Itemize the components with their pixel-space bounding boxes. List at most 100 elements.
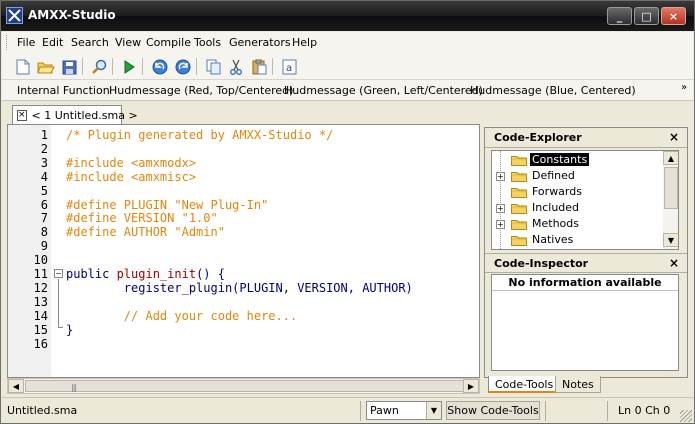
- hudmessage-red-button[interactable]: Hudmessage (Red, Top/Centered): [109, 84, 293, 97]
- menu-tools[interactable]: Tools: [194, 36, 221, 49]
- scroll-thumb[interactable]: |||: [25, 380, 465, 392]
- tree-item-included[interactable]: + Included: [492, 200, 662, 216]
- toolbar-separator: [272, 58, 273, 75]
- menu-compile[interactable]: Compile: [146, 36, 191, 49]
- code-line[interactable]: /* Plugin generated by AMXX-Studio */: [66, 128, 333, 142]
- folder-icon: [511, 220, 527, 230]
- redo-icon: [175, 59, 191, 75]
- language-select[interactable]: Pawn ▼: [366, 401, 442, 420]
- menu-grip[interactable]: [6, 35, 9, 50]
- keyword-token: public: [66, 267, 117, 281]
- menu-edit[interactable]: Edit: [42, 36, 63, 49]
- editor-horizontal-scrollbar[interactable]: ◀ ||| ▶: [7, 378, 480, 394]
- tree-item-natives[interactable]: Natives: [492, 232, 662, 248]
- open-button[interactable]: [36, 57, 56, 77]
- resize-grip-icon[interactable]: [680, 410, 692, 422]
- tree-item-label: Methods: [532, 217, 579, 230]
- code-explorer-tree[interactable]: Constants + Defined Forwards + Included + Metho…: [491, 150, 679, 250]
- paste-button[interactable]: [249, 57, 269, 77]
- tab-code-tools[interactable]: Code-Tools: [488, 376, 561, 393]
- document-tab-bar: × < 1 Untitled.sma >: [2, 102, 693, 124]
- scroll-down-icon[interactable]: ▼: [663, 233, 678, 247]
- tree-vertical-scrollbar[interactable]: ▲ ▼: [663, 151, 678, 249]
- cursor-position: Ln 0 Ch 0: [618, 404, 671, 417]
- cut-icon: [230, 59, 242, 75]
- maximize-button[interactable]: □: [634, 7, 659, 25]
- copy-icon: [206, 59, 220, 75]
- tree-item-forwards[interactable]: Forwards: [492, 184, 662, 200]
- tree-item-constants[interactable]: Constants: [492, 152, 662, 168]
- close-tab-icon[interactable]: ×: [17, 109, 27, 121]
- code-editor[interactable]: 1 2 3 4 5 6 7 8 9 10 11 12 13 14 15 16 /* Plugin genera…: [7, 124, 480, 378]
- fold-toggle-icon[interactable]: −: [54, 269, 63, 278]
- code-line[interactable]: // Add your code here...: [66, 309, 297, 323]
- menu-generators[interactable]: Generators: [229, 36, 291, 49]
- scroll-left-icon[interactable]: ◀: [8, 379, 24, 393]
- code-explorer-header: Code-Explorer ×: [485, 128, 687, 148]
- select-all-button[interactable]: a: [279, 57, 299, 77]
- close-button[interactable]: ×: [661, 7, 686, 25]
- show-code-tools-button[interactable]: Show Code-Tools: [446, 401, 540, 420]
- folder-icon: [511, 188, 527, 198]
- inspector-message: No information available: [492, 275, 678, 291]
- find-button[interactable]: [89, 57, 109, 77]
- line-number-gutter: 1 2 3 4 5 6 7 8 9 10 11 12 13 14 15 16: [8, 125, 51, 377]
- menu-bar: File Edit Search View Compile Tools Gene…: [2, 32, 693, 53]
- hudmessage-green-button[interactable]: Hudmessage (Green, Left/Centered): [284, 84, 483, 97]
- internal-function-button[interactable]: Internal Function: [17, 84, 110, 97]
- undo-button[interactable]: [150, 57, 170, 77]
- tab-label: < 1 Untitled.sma >: [31, 108, 138, 122]
- close-inspector-icon[interactable]: ×: [669, 256, 679, 270]
- close-icon: ×: [668, 9, 679, 23]
- code-tools-panel: Code-Explorer × Constants + Defined Forward…: [484, 127, 688, 378]
- tree-item-methods[interactable]: + Methods: [492, 216, 662, 232]
- cut-button[interactable]: [226, 57, 246, 77]
- toolbar-separator: [142, 58, 143, 75]
- code-line[interactable]: register_plugin(PLUGIN, VERSION, AUTHOR): [66, 281, 413, 295]
- code-line[interactable]: #define AUTHOR "Admin": [66, 225, 225, 239]
- menu-view[interactable]: View: [115, 36, 141, 49]
- chevron-down-icon[interactable]: ▼: [426, 402, 441, 419]
- expand-icon[interactable]: +: [496, 204, 505, 213]
- expand-icon[interactable]: +: [496, 172, 505, 181]
- compile-button[interactable]: [119, 57, 139, 77]
- tree-scroll-thumb[interactable]: [664, 167, 678, 209]
- code-line[interactable]: #define PLUGIN "New Plug-In": [66, 198, 268, 212]
- toolbar-separator: [82, 58, 83, 75]
- code-line[interactable]: #define VERSION "1.0": [66, 211, 218, 225]
- tree-item-label: Included: [532, 201, 580, 214]
- line-number: 8: [40, 225, 48, 240]
- menu-file[interactable]: File: [17, 36, 35, 49]
- chevron-more-icon[interactable]: »: [681, 82, 687, 93]
- scroll-right-icon[interactable]: ▶: [463, 379, 479, 393]
- tab-notes[interactable]: Notes: [555, 376, 601, 393]
- title-bar[interactable]: AMXX-Studio _ □ ×: [1, 1, 694, 31]
- folder-icon: [511, 204, 527, 214]
- line-number: 11: [33, 267, 48, 281]
- menu-search[interactable]: Search: [71, 36, 109, 49]
- save-button[interactable]: [59, 57, 79, 77]
- minimize-button[interactable]: _: [607, 7, 632, 25]
- code-line[interactable]: public plugin_init() {: [66, 267, 225, 281]
- line-number: 5: [40, 183, 48, 198]
- fold-guide-end: [58, 327, 63, 328]
- new-file-button[interactable]: [13, 57, 33, 77]
- hudmessage-blue-button[interactable]: Hudmessage (Blue, Centered): [470, 84, 636, 97]
- tree-item-label: Forwards: [532, 185, 582, 198]
- expand-icon[interactable]: +: [496, 220, 505, 229]
- status-bar: Untitled.sma Pawn ▼ Show Code-Tools Ln 0…: [2, 397, 693, 423]
- menu-help[interactable]: Help: [292, 36, 317, 49]
- copy-button[interactable]: [203, 57, 223, 77]
- code-line[interactable]: #include <amxmodx>: [66, 156, 196, 170]
- code-line[interactable]: }: [66, 323, 73, 337]
- scroll-up-icon[interactable]: ▲: [663, 151, 678, 165]
- code-inspector-header: Code-Inspector ×: [485, 253, 687, 273]
- tree-item-defined[interactable]: + Defined: [492, 168, 662, 184]
- function-bar: Internal Function Hudmessage (Red, Top/C…: [2, 80, 693, 101]
- close-explorer-icon[interactable]: ×: [669, 130, 679, 144]
- redo-button[interactable]: [173, 57, 193, 77]
- code-line[interactable]: #include <amxmisc>: [66, 170, 196, 184]
- tab-untitled-sma[interactable]: × < 1 Untitled.sma >: [12, 105, 138, 124]
- window-title: AMXX-Studio: [28, 8, 116, 22]
- minimize-icon: _: [616, 9, 623, 23]
